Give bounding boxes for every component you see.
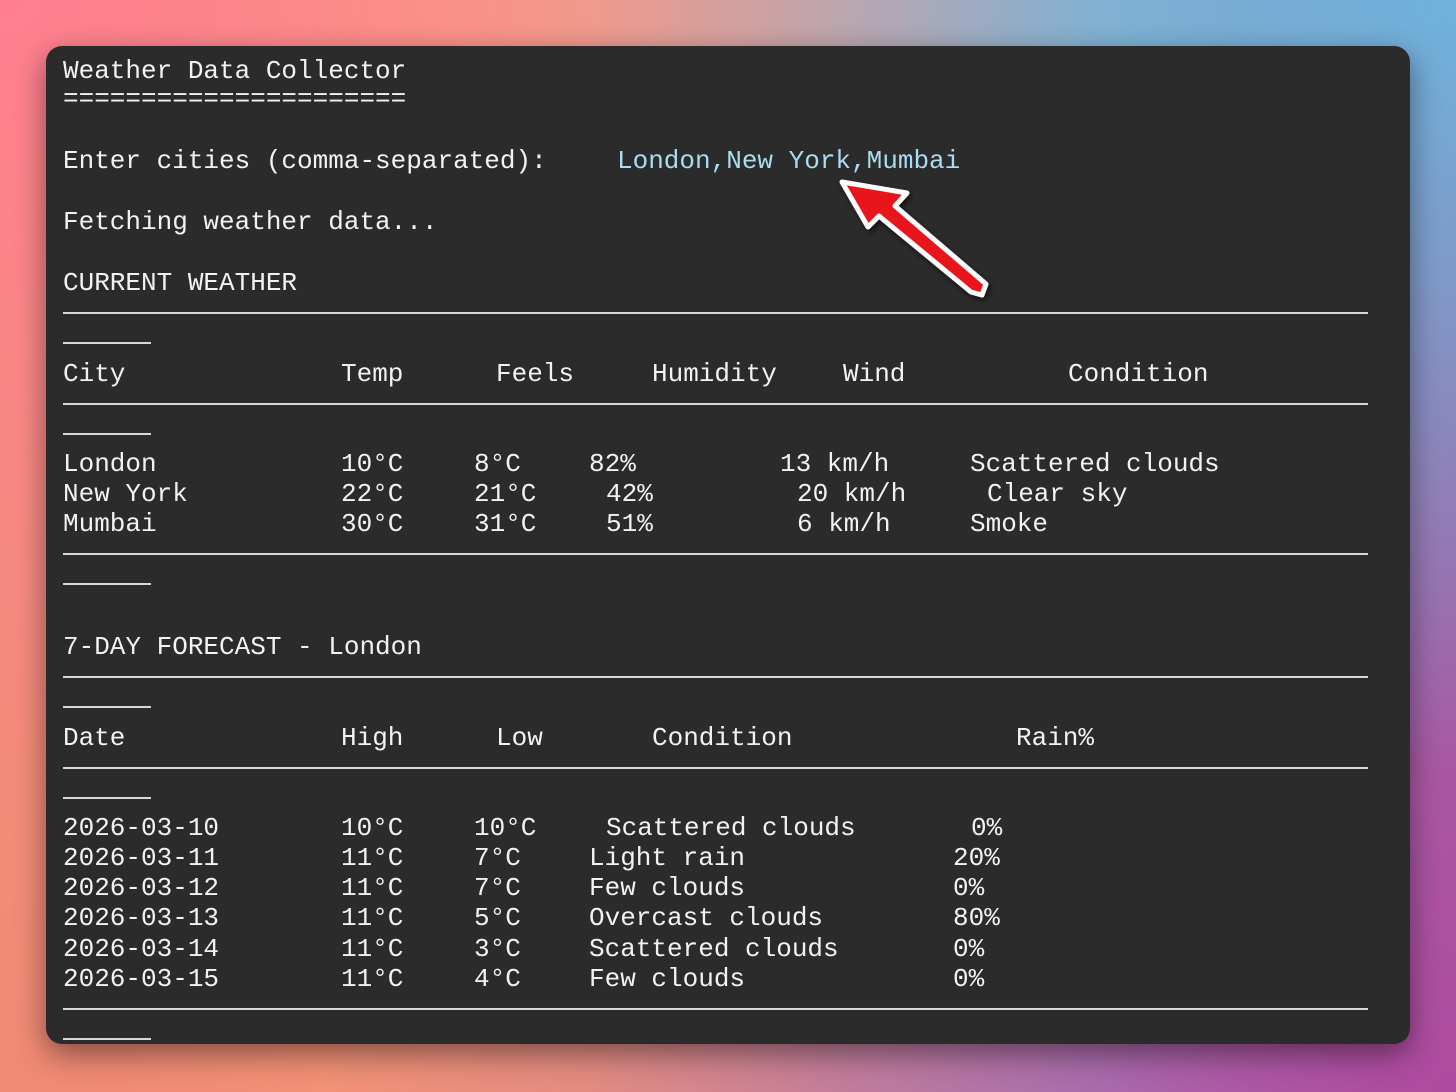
red-arrow-icon (839, 179, 989, 298)
terminal-window: Weather Data Collector =================… (46, 46, 1410, 1044)
